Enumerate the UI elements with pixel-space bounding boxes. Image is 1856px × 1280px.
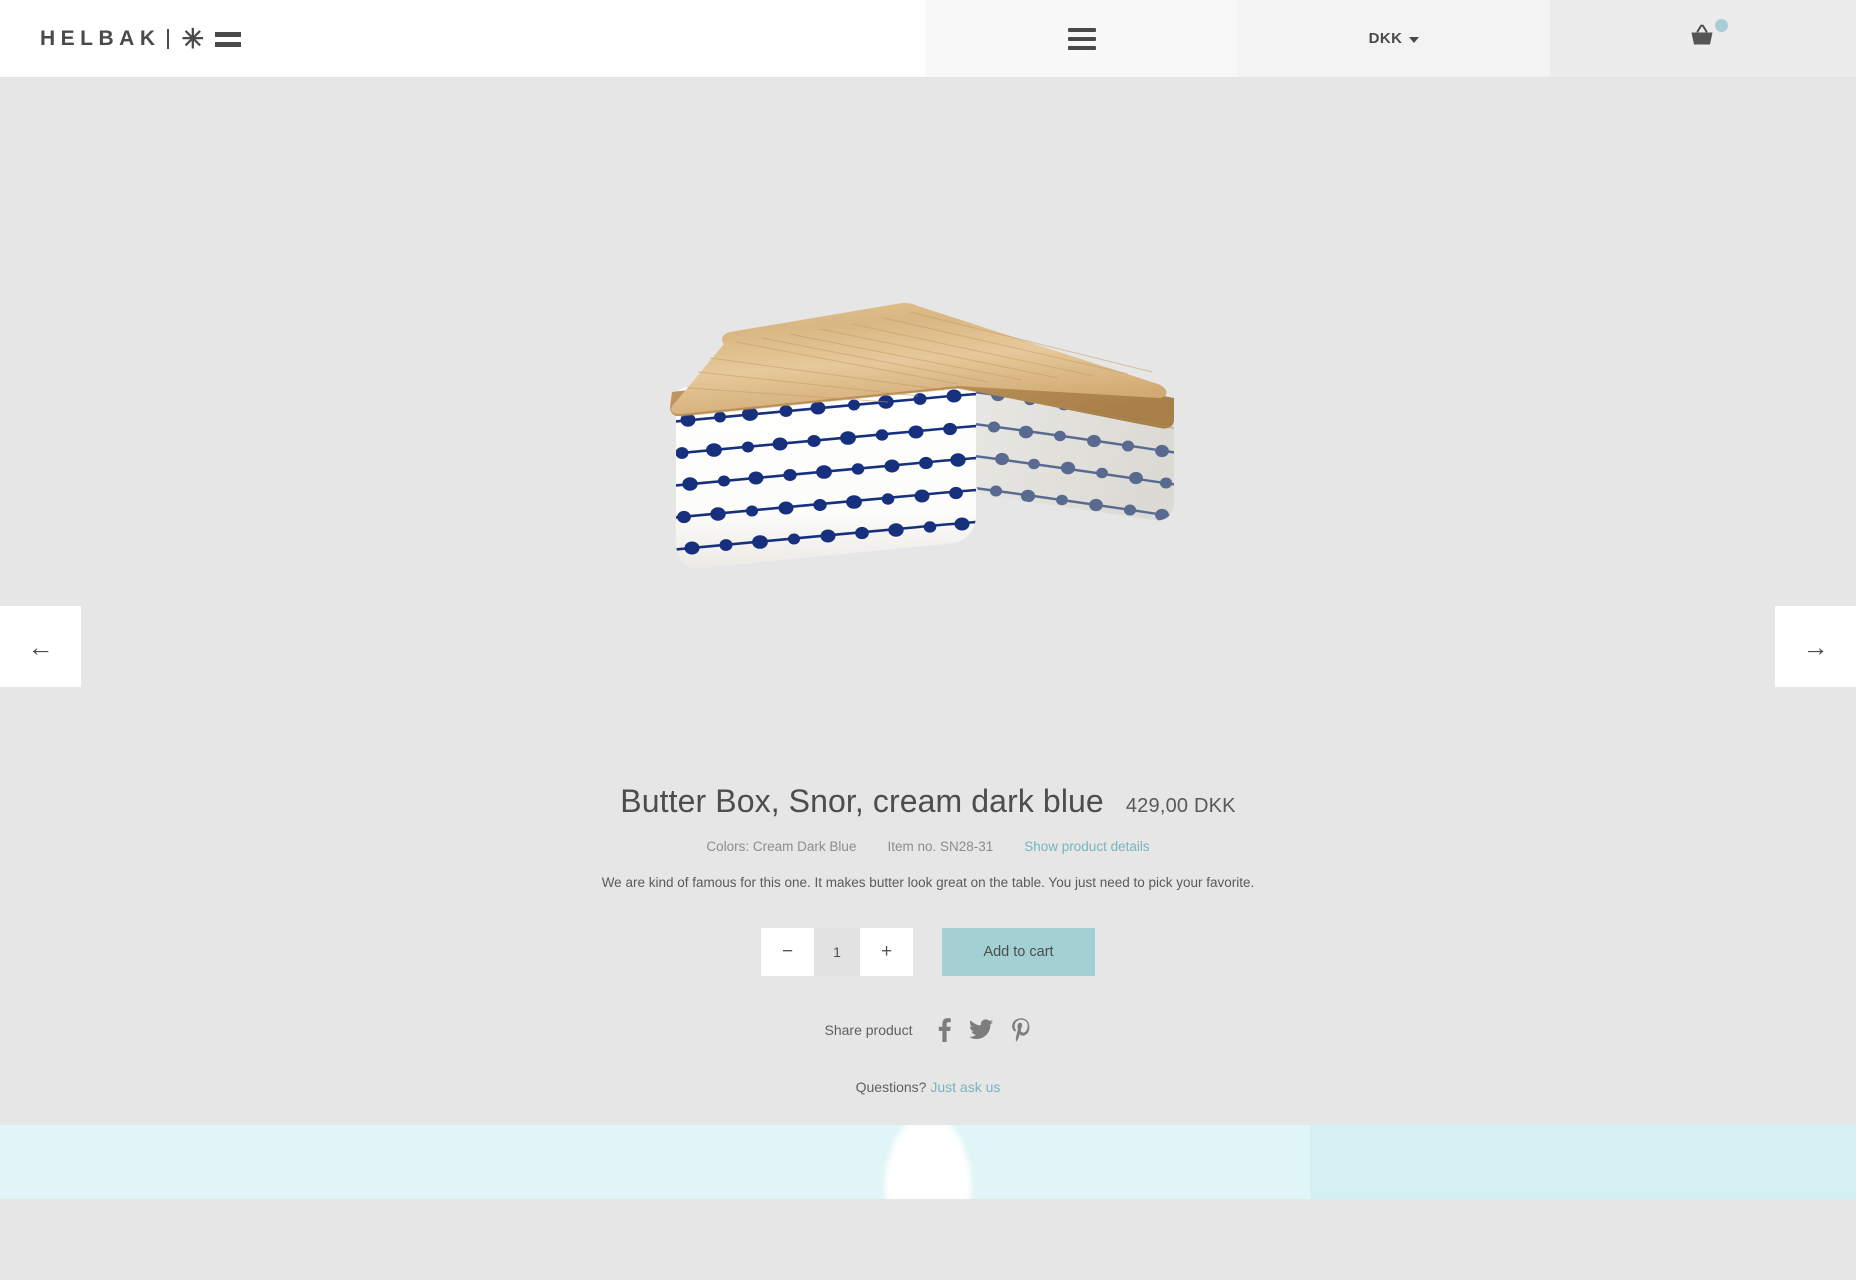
hamburger-menu-icon <box>1067 27 1096 50</box>
site-header: HELBAK ✳ DKK <box>0 0 1856 78</box>
quantity-decrease-button[interactable]: − <box>761 928 814 977</box>
product-item-number: Item no. SN28-31 <box>887 839 994 854</box>
header-logo-zone: HELBAK ✳ <box>0 0 925 77</box>
title-row: Butter Box, Snor, cream dark blue 429,00… <box>0 783 1856 820</box>
questions-label: Questions? <box>855 1079 927 1096</box>
page-title: Butter Box, Snor, cream dark blue <box>620 783 1104 819</box>
pinterest-icon <box>1012 1018 1030 1042</box>
share-pinterest-button[interactable] <box>1011 1018 1031 1042</box>
product-colors: Colors: Cream Dark Blue <box>706 839 857 854</box>
product-gallery: ← → <box>0 78 1856 743</box>
cart-count-badge <box>1715 19 1728 32</box>
chevron-down-icon <box>1409 36 1420 43</box>
arrow-right-icon: → <box>1802 631 1829 662</box>
vertical-bar-icon <box>166 28 169 49</box>
questions-row: Questions? Just ask us <box>0 1079 1856 1095</box>
menu-button[interactable] <box>925 0 1238 77</box>
gallery-next-button[interactable]: → <box>1775 606 1856 687</box>
banner-decorative-shape <box>885 1125 971 1200</box>
twitter-icon <box>969 1019 994 1040</box>
product-description: We are kind of famous for this one. It m… <box>601 875 1255 890</box>
quantity-stepper: − + <box>761 928 913 977</box>
quantity-input[interactable] <box>814 928 860 977</box>
product-price: 429,00 DKK <box>1125 795 1236 817</box>
cart-button[interactable] <box>1550 0 1856 77</box>
share-label: Share product <box>824 1022 913 1039</box>
add-to-cart-button[interactable]: Add to cart <box>942 928 1095 977</box>
logo-wordmark: HELBAK <box>40 27 161 50</box>
facebook-icon <box>939 1018 952 1043</box>
product-image[interactable] <box>658 296 1198 636</box>
arrow-left-icon: ← <box>27 631 54 662</box>
product-info-panel: Butter Box, Snor, cream dark blue 429,00… <box>0 743 1856 1126</box>
product-meta-row: Colors: Cream Dark Blue Item no. SN28-31… <box>0 839 1856 854</box>
double-line-icon <box>215 31 242 47</box>
gallery-prev-button[interactable]: ← <box>0 606 81 687</box>
share-twitter-button[interactable] <box>969 1019 994 1041</box>
shopping-basket-icon <box>1691 24 1713 45</box>
quantity-increase-button[interactable]: + <box>860 928 913 977</box>
currency-label: DKK <box>1368 30 1403 47</box>
show-product-details-link[interactable]: Show product details <box>1024 839 1149 854</box>
banner-background-right <box>1310 1125 1856 1200</box>
purchase-row: − + Add to cart <box>0 928 1856 977</box>
share-row: Share product <box>0 1018 1856 1043</box>
footer-banner <box>0 1125 1856 1200</box>
site-logo[interactable]: HELBAK ✳ <box>40 24 242 54</box>
asterisk-icon: ✳ <box>181 24 205 54</box>
just-ask-us-link[interactable]: Just ask us <box>930 1079 1000 1095</box>
share-facebook-button[interactable] <box>938 1018 952 1043</box>
currency-selector[interactable]: DKK <box>1238 0 1550 77</box>
